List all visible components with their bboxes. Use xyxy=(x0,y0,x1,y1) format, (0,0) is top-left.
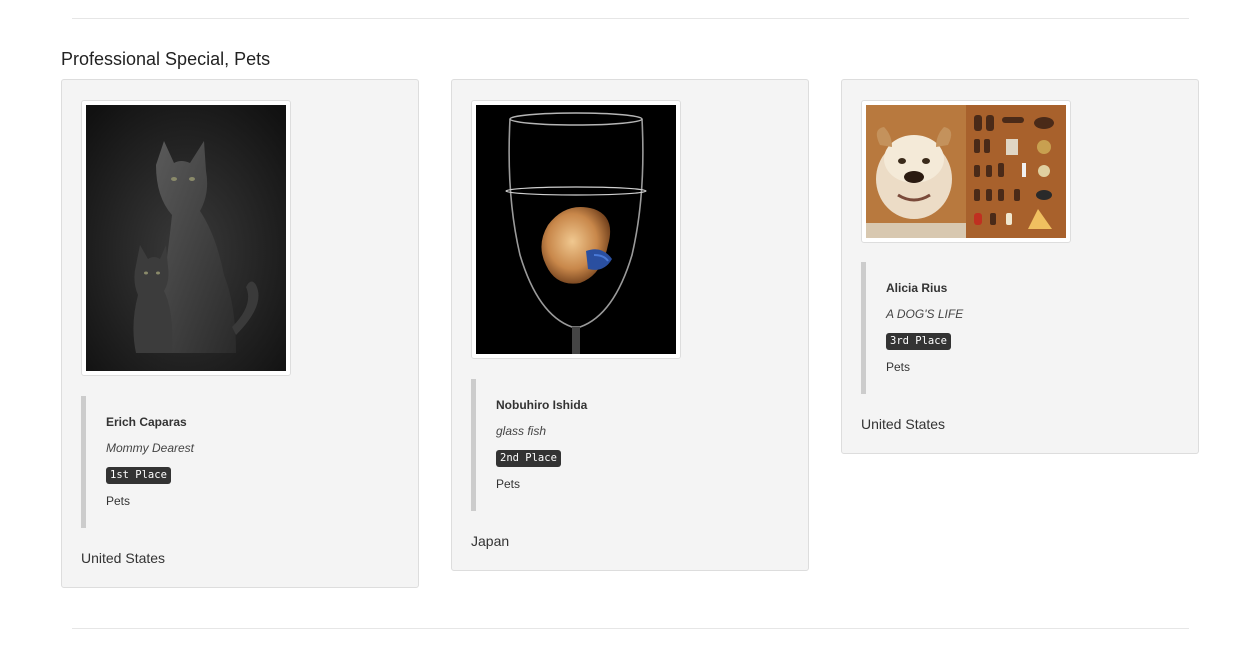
category-label: Pets xyxy=(886,360,911,374)
place-badge: 2nd Place xyxy=(496,450,561,467)
entry-info: Alicia Rius A DOG'S LIFE 3rd Place Pets xyxy=(861,262,963,394)
country-label: Japan xyxy=(471,533,510,549)
category-label: Pets xyxy=(106,494,131,508)
photo-thumbnail-link[interactable] xyxy=(861,100,1071,243)
photographer-name: Alicia Rius xyxy=(886,281,948,295)
place-badge: 3rd Place xyxy=(886,333,951,350)
fish-in-glass-photo xyxy=(476,105,676,354)
top-divider xyxy=(72,18,1189,19)
photo-thumbnail-link[interactable] xyxy=(471,100,681,359)
cat-photo xyxy=(86,105,286,371)
category-label: Pets xyxy=(496,477,521,491)
entry-info: Nobuhiro Ishida glass fish 2nd Place Pet… xyxy=(471,379,587,511)
section-title: Professional Special, Pets xyxy=(61,49,271,69)
photo-title: A DOG'S LIFE xyxy=(886,307,964,321)
country-label: United States xyxy=(81,550,166,566)
photographer-name: Nobuhiro Ishida xyxy=(496,398,588,412)
award-card-3: Alicia Rius A DOG'S LIFE 3rd Place Pets … xyxy=(841,79,1199,454)
photo-title: Mommy Dearest xyxy=(106,441,195,455)
photo-title: glass fish xyxy=(496,424,547,438)
place-badge: 1st Place xyxy=(106,467,171,484)
entry-info: Erich Caparas Mommy Dearest 1st Place Pe… xyxy=(81,396,194,528)
country-label: United States xyxy=(861,416,946,432)
photo-thumbnail-link[interactable] xyxy=(81,100,291,376)
photographer-name: Erich Caparas xyxy=(106,415,187,429)
award-card-2: Nobuhiro Ishida glass fish 2nd Place Pet… xyxy=(451,79,809,571)
award-card-1: Erich Caparas Mommy Dearest 1st Place Pe… xyxy=(61,79,419,588)
bulldog-collage-photo xyxy=(866,105,1066,238)
bottom-divider xyxy=(72,628,1189,629)
